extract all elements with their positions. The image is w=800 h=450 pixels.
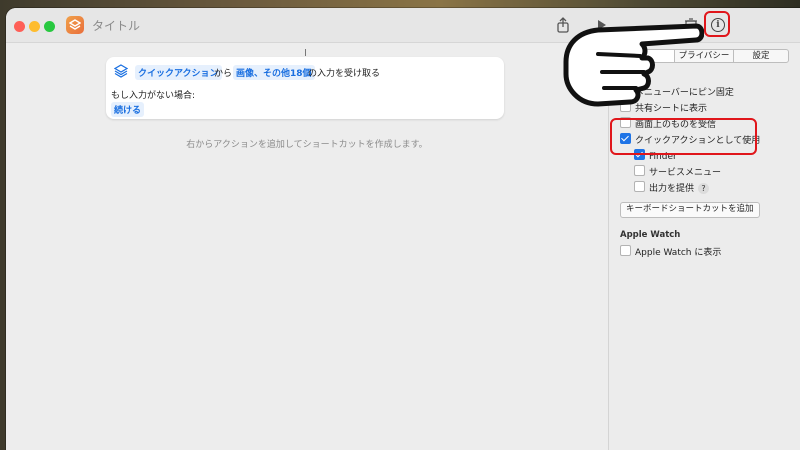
continue-token[interactable]: 続ける	[111, 102, 145, 117]
option-provide-output[interactable]: 出力を提供?	[634, 181, 710, 194]
quick-action-token[interactable]: クイックアクション	[135, 65, 222, 80]
info-icon: i	[711, 18, 725, 32]
option-label: 出力を提供	[649, 184, 695, 194]
close-button[interactable]	[14, 21, 25, 32]
option-show-on-apple-watch[interactable]: Apple Watch に表示	[620, 245, 721, 258]
receive-text: の入力を受け取る	[308, 69, 381, 79]
input-types-token[interactable]: 画像、その他18個	[233, 65, 315, 80]
insertion-caret	[305, 49, 306, 56]
quick-action-highlight-box	[610, 118, 757, 155]
option-label: Apple Watch に表示	[635, 248, 722, 258]
layers-icon	[113, 63, 129, 78]
option-services-menu[interactable]: サービスメニュー	[634, 165, 721, 178]
pointing-hand-icon	[563, 23, 704, 107]
option-label: サービスメニュー	[649, 168, 722, 178]
minimize-button[interactable]	[29, 21, 40, 32]
add-keyboard-shortcut-button[interactable]: キーボードショートカットを追加	[620, 202, 760, 218]
receive-input-action-card[interactable]: クイックアクション から 画像、その他18個 の入力を受け取る もし入力がない場…	[106, 57, 504, 119]
shortcut-app-icon[interactable]	[66, 16, 84, 34]
checkbox[interactable]	[620, 245, 631, 256]
tab-settings[interactable]: 設定	[733, 49, 789, 63]
help-icon[interactable]: ?	[698, 183, 710, 194]
empty-hint: 右からアクションを追加してショートカットを作成します。	[186, 140, 428, 150]
zoom-button[interactable]	[44, 21, 55, 32]
from-text: から	[214, 69, 233, 79]
window-title[interactable]: タイトル	[92, 17, 140, 34]
shortcut-editor: クイックアクション から 画像、その他18個 の入力を受け取る もし入力がない場…	[6, 43, 608, 450]
apple-watch-heading: Apple Watch	[620, 230, 681, 240]
checkbox[interactable]	[634, 165, 645, 176]
no-input-label: もし入力がない場合:	[111, 91, 196, 101]
checkbox[interactable]	[634, 181, 645, 192]
info-button[interactable]: i	[704, 11, 730, 37]
